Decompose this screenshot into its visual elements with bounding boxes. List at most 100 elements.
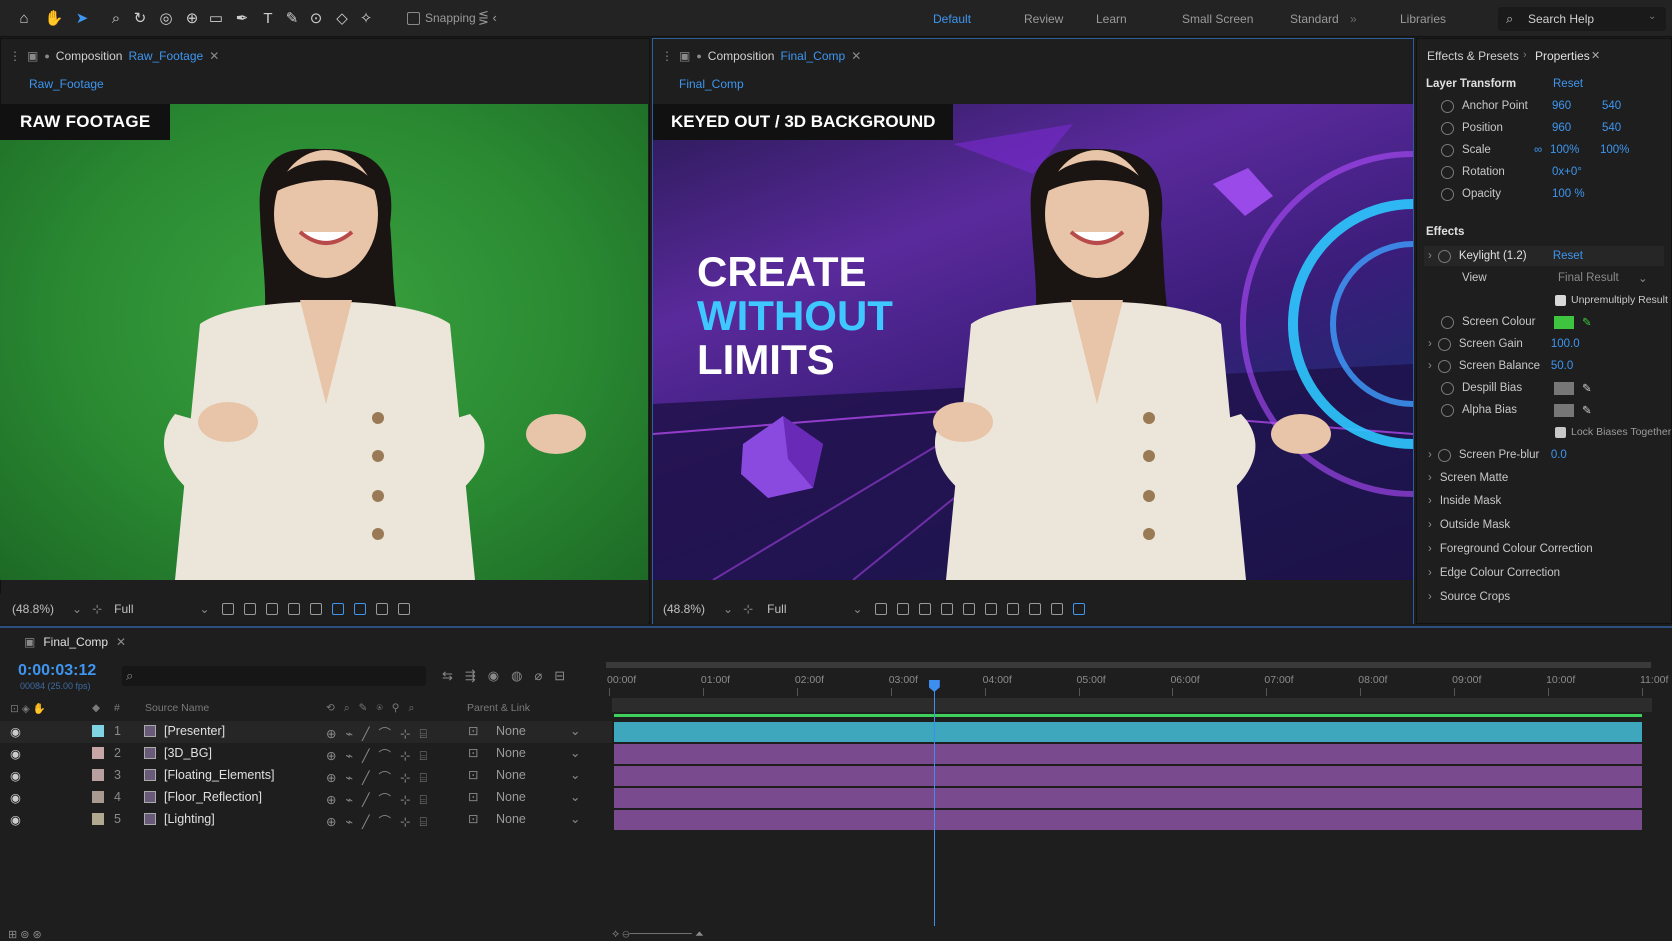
stopwatch-icon[interactable] [1437,337,1451,351]
panel-menu-icon[interactable]: ⋮ [9,49,21,63]
eye-icon[interactable]: ◉ [10,768,21,783]
region-of-interest-icon[interactable] [940,603,953,615]
layer-duration-bar[interactable] [614,810,1642,830]
group-edge-colour-correction[interactable]: › Edge Colour Correction [1428,564,1560,582]
panel-menu-icon[interactable]: ⋮ [661,49,673,63]
stopwatch-icon[interactable] [1441,99,1454,113]
snapshot-icon[interactable] [375,603,388,615]
region-of-interest-icon[interactable] [287,603,300,615]
anchor-point-x[interactable]: 960 [1552,100,1602,112]
chevron-down-icon[interactable]: ⌄ [853,602,863,616]
screen-colour-swatch[interactable] [1554,315,1574,329]
parent-select[interactable]: None [496,812,526,826]
chevron-down-icon[interactable]: ⌄ [570,723,580,738]
chevron-down-icon[interactable]: ⌄ [570,767,580,782]
tab-properties[interactable]: Properties [1535,49,1590,63]
close-icon[interactable]: ✕ [209,49,219,63]
search-help-box[interactable]: ⌕ Search Help ⌄ [1498,7,1666,31]
workspace-review[interactable]: Review [1024,12,1063,26]
pickwhip-icon[interactable]: ⊡ [468,767,478,782]
layer-switches-icons[interactable]: ⊕⌁╱⌒⊹⌸ [326,767,436,786]
show-channel-icon[interactable] [1050,603,1063,615]
text-tool-icon[interactable]: T [258,8,278,28]
layer-name[interactable]: [3D_BG] [164,746,212,760]
unpremultiply-checkbox[interactable] [1555,294,1566,306]
close-icon[interactable]: ✕ [1591,49,1600,62]
view-options-icon[interactable] [984,603,997,615]
pickwhip-icon[interactable]: ⊡ [468,811,478,826]
exposure-icon[interactable] [1072,603,1085,615]
work-area-bar[interactable] [606,662,1651,668]
label-color-swatch[interactable] [92,747,104,759]
fx-toggle-icon[interactable] [1437,249,1451,263]
chevron-right-icon[interactable]: › [1428,449,1432,461]
parent-link-header[interactable]: Parent & Link [467,702,530,714]
grid-toggle-icon[interactable]: ⊹ [743,602,753,616]
layer-duration-bar[interactable] [614,788,1642,808]
zoom-slider[interactable]: ⟡ ⊖──────── ⏶ [612,928,704,941]
close-icon[interactable]: ✕ [116,635,126,649]
chevron-down-icon[interactable]: ⌄ [723,602,733,616]
view-options-icon[interactable] [331,603,344,615]
camera-tool-icon[interactable]: ◎ [156,8,176,28]
stopwatch-icon[interactable] [1441,165,1454,179]
pickwhip-icon[interactable]: ⊡ [468,789,478,804]
chevron-right-icon[interactable]: › [1428,250,1432,262]
anchor-point-y[interactable]: 540 [1602,100,1621,112]
timeline-tab[interactable]: ▣ Final_Comp ✕ [24,635,126,649]
rotation-value[interactable]: 0x+0° [1552,166,1582,178]
grid-toggle-icon[interactable]: ⊹ [92,602,102,616]
roto-tool-icon[interactable]: ✧ [356,8,376,28]
eye-icon[interactable]: ◉ [10,812,21,827]
pen-tool-icon[interactable]: ✒ [232,8,252,28]
brush-tool-icon[interactable]: ✎ [282,8,302,28]
source-name-header[interactable]: Source Name [145,702,209,714]
stopwatch-icon[interactable] [1441,403,1454,417]
mask-visibility-icon[interactable] [265,603,278,615]
layer-row[interactable]: ◉ 4 [Floor_Reflection] ⊕⌁╱⌒⊹⌸ ⊡ None ⌄ [0,787,612,809]
layer-duration-bar[interactable] [614,722,1642,742]
guides-icon[interactable] [962,603,975,615]
eye-icon[interactable]: ◉ [10,790,21,805]
snap-options-icon[interactable]: ⋚ ‹ [478,10,497,26]
fast-preview-icon[interactable] [221,603,234,615]
stopwatch-icon[interactable] [1437,448,1451,462]
view-select[interactable]: Final Result [1558,272,1638,284]
alpha-swatch[interactable] [1554,403,1574,417]
comp-breadcrumb[interactable]: Raw_Footage [29,77,104,91]
mask-visibility-icon[interactable] [918,603,931,615]
parent-select[interactable]: None [496,768,526,782]
layer-row[interactable]: ◉ 2 [3D_BG] ⊕⌁╱⌒⊹⌸ ⊡ None ⌄ [0,743,612,765]
selection-tool-icon[interactable]: ➤ [72,8,92,28]
timeline-switches-icons[interactable]: ⇆⇶◉◍⌀⊟ [442,668,577,684]
chevron-right-icon[interactable]: › [1428,338,1432,350]
layer-switches-icons[interactable]: ⊕⌁╱⌒⊹⌸ [326,789,436,808]
parent-select[interactable]: None [496,790,526,804]
layer-duration-bar[interactable] [614,744,1642,764]
screen-preblur-value[interactable]: 0.0 [1551,449,1567,461]
position-x[interactable]: 960 [1552,122,1602,134]
opacity-value[interactable]: 100 % [1552,188,1585,200]
layer-row[interactable]: ◉ 3 [Floating_Elements] ⊕⌁╱⌒⊹⌸ ⊡ None ⌄ [0,765,612,787]
layer-name[interactable]: [Floor_Reflection] [164,790,262,804]
layer-row[interactable]: ◉ 5 [Lighting] ⊕⌁╱⌒⊹⌸ ⊡ None ⌄ [0,809,612,831]
show-channel-icon[interactable] [397,603,410,615]
lock-biases-checkbox[interactable] [1555,426,1566,438]
transform-reset-link[interactable]: Reset [1553,75,1583,93]
screen-balance-value[interactable]: 50.0 [1551,360,1573,372]
composition-tab-left[interactable]: ⋮ ▣ ● Composition Raw_Footage ✕ [1,39,649,73]
screen-gain-value[interactable]: 100.0 [1551,338,1580,350]
workspace-default[interactable]: Default [933,12,971,26]
scale-x[interactable]: 100% [1550,144,1600,156]
stopwatch-icon[interactable] [1437,359,1451,373]
workspace-overflow-icon[interactable]: » [1350,12,1357,26]
group-outside-mask[interactable]: › Outside Mask [1428,516,1510,534]
stopwatch-icon[interactable] [1441,121,1454,135]
layer-row[interactable]: ◉ 1 [Presenter] ⊕⌁╱⌒⊹⌸ ⊡ None ⌄ [0,721,612,743]
close-icon[interactable]: ✕ [851,49,861,63]
stopwatch-icon[interactable] [1441,187,1454,201]
chevron-down-icon[interactable]: ⌄ [570,789,580,804]
keylight-reset-link[interactable]: Reset [1553,250,1583,262]
label-color-swatch[interactable] [92,813,104,825]
layer-search-input[interactable]: ⌕ [122,666,426,686]
